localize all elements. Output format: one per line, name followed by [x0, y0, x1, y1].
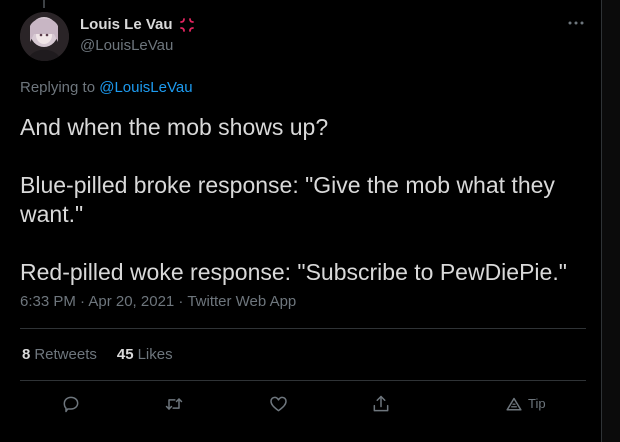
tweet-paragraph: Red-pilled woke response: "Subscribe to … [20, 259, 567, 285]
right-gutter [602, 0, 620, 442]
reply-icon [63, 396, 79, 413]
tweet-timestamp[interactable]: 6:33 PM · Apr 20, 2021 · Twitter Web App [20, 293, 296, 310]
likes-stat[interactable]: 45 Likes [117, 346, 173, 363]
thread-connector-line [43, 0, 45, 8]
author-name-row: Louis Le Vau [80, 16, 195, 33]
retweet-button[interactable] [162, 392, 186, 416]
reply-button[interactable] [59, 392, 83, 416]
retweets-stat[interactable]: 8 Retweets [22, 346, 97, 363]
likes-count: 45 [116, 346, 134, 363]
retweets-count: 8 [22, 346, 31, 363]
divider [20, 328, 586, 329]
author-display-name[interactable]: Louis Le Vau [80, 16, 173, 33]
tip-icon [506, 397, 522, 411]
tweet-card: Louis Le Vau @LouisLeVau Replying to @Lo… [0, 0, 601, 442]
share-icon [373, 395, 389, 412]
avatar[interactable] [20, 12, 69, 61]
replying-to-prefix: Replying to [20, 79, 100, 96]
tweet-body: And when the mob shows up? Blue-pilled b… [20, 113, 580, 287]
tip-label: Tip [528, 396, 546, 411]
replying-to-line: Replying to @LouisLeVau [20, 79, 193, 96]
heart-icon [269, 396, 287, 412]
divider [20, 380, 586, 381]
tip-button[interactable]: Tip [506, 396, 546, 411]
like-button[interactable] [266, 392, 290, 416]
retweet-icon [165, 398, 183, 410]
tweet-paragraph: Blue-pilled broke response: "Give the mo… [20, 172, 555, 227]
more-options-icon[interactable] [566, 14, 586, 32]
anger-symbol-icon [179, 17, 195, 33]
retweets-label: Retweets [34, 346, 97, 363]
author-handle[interactable]: @LouisLeVau [80, 37, 173, 54]
share-button[interactable] [369, 392, 393, 416]
tweet-paragraph: And when the mob shows up? [20, 114, 329, 140]
avatar-image [20, 12, 69, 61]
replying-to-mention[interactable]: @LouisLeVau [99, 79, 192, 96]
tweet-stats: 8 Retweets 45 Likes [22, 346, 173, 363]
likes-label: Likes [137, 346, 173, 363]
